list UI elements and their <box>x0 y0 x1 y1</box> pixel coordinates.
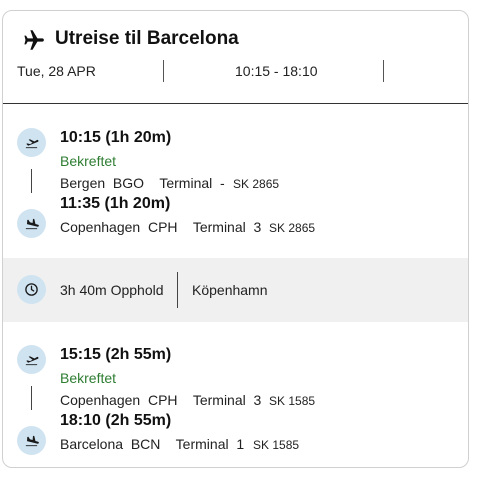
flight-number: SK 2865 <box>233 177 280 191</box>
arrival-time: 11:35 (1h 20m) <box>60 195 171 212</box>
divider <box>383 60 384 82</box>
arrival-location: Copenhagen CPH Terminal 3 <box>60 219 262 235</box>
departure-icon <box>17 345 46 374</box>
flight-number: SK 2865 <box>269 221 316 235</box>
airplane-icon <box>24 30 44 50</box>
layover-row: 3h 40m Opphold Köpenhamn <box>3 258 468 322</box>
departure-icon <box>17 128 46 157</box>
itinerary-card: Utreise til Barcelona Tue, 28 APR 10:15 … <box>2 10 469 468</box>
flight-segment-1: 10:15 (1h 20m) Bekreftet Bergen BGO Term… <box>3 125 468 245</box>
departure-location: Bergen BGO Terminal - <box>60 175 225 191</box>
arrival-icon <box>17 209 46 238</box>
arrival-location: Barcelona BCN Terminal 1 <box>60 436 245 452</box>
itinerary-header: Utreise til Barcelona Tue, 28 APR 10:15 … <box>3 11 468 104</box>
departure-time: 15:15 (2h 55m) <box>60 346 172 363</box>
route-line <box>31 169 32 193</box>
travel-date: Tue, 28 APR <box>17 63 96 79</box>
flight-number: SK 1585 <box>253 438 300 452</box>
departure-location: Copenhagen CPH Terminal 3 <box>60 392 262 408</box>
flight-number: SK 1585 <box>269 394 316 408</box>
status-label: Bekreftet <box>60 370 117 386</box>
clock-icon <box>17 275 46 304</box>
divider <box>163 60 164 82</box>
travel-time-range: 10:15 - 18:10 <box>235 63 318 79</box>
layover-duration: 3h 40m Opphold <box>60 282 164 298</box>
layover-city: Köpenhamn <box>192 282 268 298</box>
header-summary: Tue, 28 APR 10:15 - 18:10 <box>3 60 468 82</box>
route-line <box>31 386 32 410</box>
page-title: Utreise til Barcelona <box>55 28 239 49</box>
divider <box>177 272 178 308</box>
status-label: Bekreftet <box>60 153 117 169</box>
arrival-time: 18:10 (2h 55m) <box>60 412 172 429</box>
arrival-icon <box>17 426 46 455</box>
flight-segment-2: 15:15 (2h 55m) Bekreftet Copenhagen CPH … <box>3 342 468 462</box>
departure-time: 10:15 (1h 20m) <box>60 129 172 146</box>
